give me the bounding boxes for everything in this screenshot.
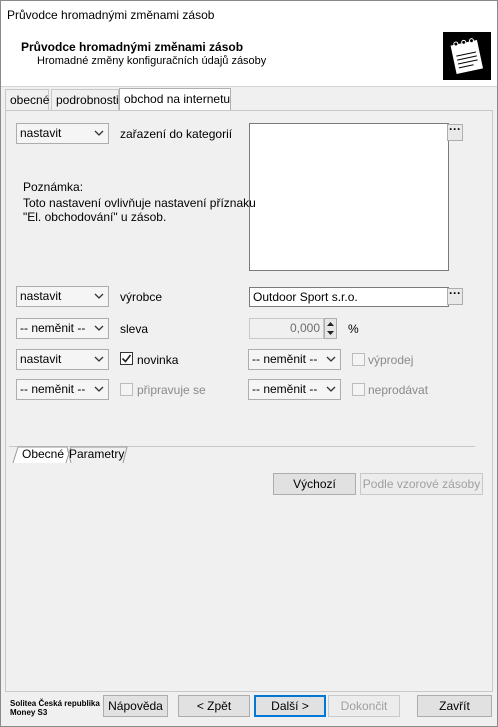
chevron-down-icon <box>94 386 104 392</box>
header-title: Průvodce hromadnými změnami zásob <box>21 40 244 54</box>
vyprodej-checkbox[interactable] <box>352 353 365 366</box>
pripravuje-checkbox[interactable] <box>120 383 133 396</box>
subtab-obecne[interactable]: Obecné <box>18 446 68 464</box>
brand-line-1: Solitea Česká republika <box>10 699 100 708</box>
note-heading: Poznámka: <box>23 180 84 194</box>
chevron-down-icon <box>94 293 104 299</box>
chevron-down-icon <box>94 130 104 136</box>
default-button[interactable]: Výchozí <box>273 473 356 495</box>
next-button[interactable]: Další > <box>254 695 326 717</box>
manufacturer-mode-value: nastavit <box>20 289 62 303</box>
tab-podrobnosti[interactable]: podrobnosti <box>51 89 119 110</box>
category-list[interactable] <box>249 123 449 271</box>
wizard-header: Průvodce hromadnými změnami zásob Hromad… <box>1 29 497 87</box>
wizard-window: Průvodce hromadnými změnami zásob Průvod… <box>0 0 498 727</box>
discount-input[interactable]: 0,000 <box>249 318 324 339</box>
category-browse-button[interactable]: ··· <box>447 123 463 141</box>
pripravuje-mode-select[interactable]: -- neměnit -- <box>16 379 109 400</box>
discount-mode-value: -- neměnit -- <box>20 321 86 335</box>
chevron-down-icon <box>94 356 104 362</box>
subtab-parametry[interactable]: Parametry <box>65 446 128 464</box>
back-button[interactable]: < Zpět <box>178 695 250 717</box>
neprodavat-mode-value: -- neměnit -- <box>252 382 318 396</box>
tab-obchod-na-internetu[interactable]: obchod na internetu <box>119 88 231 111</box>
neprodavat-label: neprodávat <box>368 383 429 397</box>
manufacturer-browse-button[interactable]: ··· <box>447 287 463 305</box>
note-line-1: Toto nastavení ovlivňuje nastavení přízn… <box>23 196 256 210</box>
spin-arrows-icon <box>327 322 334 335</box>
note-line-2: "El. obchodování" u zásob. <box>23 210 167 224</box>
checkmark-icon <box>121 354 132 363</box>
category-label: zařazení do kategorií <box>120 127 233 141</box>
calendar-logo-icon <box>443 32 491 80</box>
from-template-button[interactable]: Podle vzorové zásoby <box>360 473 483 495</box>
novinka-label: novinka <box>137 353 179 367</box>
chevron-down-icon <box>94 325 104 331</box>
tab-obecne[interactable]: obecné <box>5 89 49 110</box>
window-title: Průvodce hromadnými změnami zásob <box>7 8 215 22</box>
vyprodej-mode-value: -- neměnit -- <box>252 352 318 366</box>
vyprodej-mode-select[interactable]: -- neměnit -- <box>248 349 341 370</box>
help-button[interactable]: Nápověda <box>103 695 168 717</box>
header-subtitle: Hromadné změny konfiguračních údajů záso… <box>37 55 267 67</box>
manufacturer-mode-select[interactable]: nastavit <box>16 286 109 307</box>
discount-mode-select[interactable]: -- neměnit -- <box>16 318 109 339</box>
discount-unit: % <box>348 322 359 336</box>
manufacturer-label: výrobce <box>120 290 163 304</box>
chevron-down-icon <box>326 356 336 362</box>
neprodavat-mode-select[interactable]: -- neměnit -- <box>248 379 341 400</box>
manufacturer-input[interactable]: Outdoor Sport s.r.o. <box>249 287 449 307</box>
pripravuje-mode-value: -- neměnit -- <box>20 382 86 396</box>
pripravuje-label: připravuje se <box>137 383 206 397</box>
discount-label: sleva <box>120 322 149 336</box>
title-bar: Průvodce hromadnými změnami zásob <box>1 1 497 29</box>
novinka-checkbox[interactable] <box>120 352 133 365</box>
category-mode-select[interactable]: nastavit <box>16 123 109 144</box>
close-button[interactable]: Zavřít <box>417 695 492 717</box>
brand-line-2: Money S3 <box>10 708 48 717</box>
discount-spinner[interactable] <box>324 318 337 339</box>
vyprodej-label: výprodej <box>368 353 414 367</box>
novinka-mode-select[interactable]: nastavit <box>16 349 109 370</box>
novinka-mode-value: nastavit <box>20 352 62 366</box>
neprodavat-checkbox[interactable] <box>352 383 365 396</box>
brand-label: Solitea Česká republika Money S3 <box>10 699 100 717</box>
category-mode-value: nastavit <box>20 126 62 140</box>
finish-button[interactable]: Dokončit <box>328 695 400 717</box>
chevron-down-icon <box>326 386 336 392</box>
